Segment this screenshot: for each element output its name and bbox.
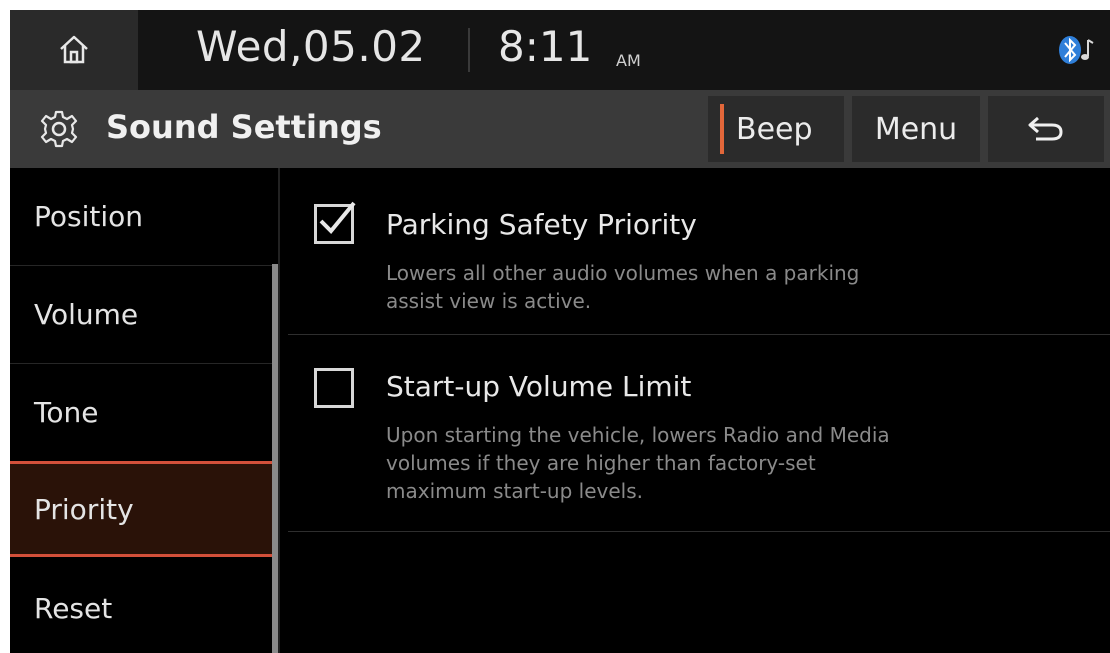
sidebar-item-label: Priority [34, 493, 134, 526]
status-ampm: AM [616, 51, 641, 70]
beep-label: Beep [736, 111, 813, 147]
sidebar: Position Volume Tone Priority Reset [10, 168, 280, 653]
option-divider [288, 531, 1110, 532]
sidebar-item-label: Reset [34, 592, 113, 625]
sidebar-item-priority[interactable]: Priority [10, 461, 272, 557]
parking-safety-description: Lowers all other audio volumes when a pa… [386, 259, 1076, 315]
startup-volume-limit-description: Upon starting the vehicle, lowers Radio … [386, 421, 1076, 505]
back-button[interactable] [988, 96, 1104, 162]
beep-indicator [720, 104, 724, 154]
gear-icon [40, 110, 78, 148]
infotainment-screen: Wed,05.02 8:11 AM Sound Settings Beep Me… [10, 10, 1110, 653]
checkmark-icon [319, 201, 356, 234]
startup-volume-limit-checkbox[interactable] [314, 368, 354, 408]
home-button[interactable] [10, 10, 138, 90]
option-divider [288, 334, 1110, 335]
status-bar: Wed,05.02 8:11 AM [10, 10, 1110, 90]
status-divider [468, 28, 470, 72]
sidebar-item-tone[interactable]: Tone [10, 364, 272, 460]
title-bar: Sound Settings Beep Menu [10, 90, 1110, 168]
menu-button[interactable]: Menu [852, 96, 980, 162]
description-line: maximum start-up levels. [386, 479, 643, 503]
beep-button[interactable]: Beep [708, 96, 844, 162]
home-icon [60, 35, 88, 64]
sidebar-item-label: Volume [34, 298, 139, 331]
startup-volume-limit-title[interactable]: Start-up Volume Limit [386, 370, 691, 403]
page-title: Sound Settings [106, 108, 382, 146]
description-line: volumes if they are higher than factory-… [386, 451, 816, 475]
description-line: Lowers all other audio volumes when a pa… [386, 261, 860, 285]
status-time: 8:11 [498, 22, 593, 71]
sidebar-item-reset[interactable]: Reset [10, 560, 272, 653]
bluetooth-audio-icon [1059, 36, 1094, 64]
parking-safety-title[interactable]: Parking Safety Priority [386, 208, 697, 241]
parking-safety-checkbox[interactable] [314, 201, 356, 244]
back-arrow-icon [1028, 116, 1063, 141]
priority-options: Parking Safety Priority Lowers all other… [282, 168, 1110, 653]
description-line: assist view is active. [386, 289, 592, 313]
sidebar-scroll-track [278, 168, 280, 653]
sidebar-item-label: Position [34, 200, 144, 233]
sidebar-item-label: Tone [34, 396, 99, 429]
description-line: Upon starting the vehicle, lowers Radio … [386, 423, 890, 447]
sidebar-item-position[interactable]: Position [10, 168, 272, 264]
sidebar-scrollbar[interactable] [272, 264, 278, 653]
status-date: Wed,05.02 [196, 22, 426, 71]
sidebar-item-volume[interactable]: Volume [10, 266, 272, 362]
